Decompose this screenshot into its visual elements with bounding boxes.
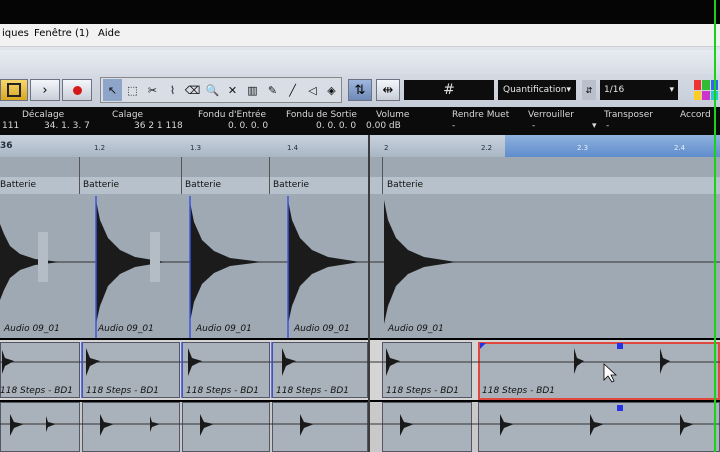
offset-label: Décalage	[22, 110, 65, 120]
snap-value[interactable]: 36 2 1 118	[134, 121, 183, 131]
ruler-mark: 2.2	[481, 144, 493, 152]
audio-event-name: Audio 09_01	[294, 324, 350, 334]
timewarp-tool-icon[interactable]: ▥	[243, 79, 262, 101]
track-label[interactable]: Batterie	[0, 180, 36, 190]
menu-bar: iques Fenêtre (1) Aide	[0, 24, 720, 47]
line-tool-icon[interactable]: ╱	[283, 79, 302, 101]
screen-edge-marker	[714, 0, 716, 452]
lock-dropdown-icon[interactable]: ▾	[592, 121, 597, 131]
track-label[interactable]: Batterie	[83, 180, 119, 190]
window-title-bar	[0, 0, 720, 24]
ruler-mark: 2	[384, 144, 389, 152]
range-tool-icon[interactable]: ⬚	[123, 79, 142, 101]
snap-label: Calage	[112, 110, 144, 120]
mute-label: Rendre Muet	[452, 110, 510, 120]
quantize-dropdown[interactable]: Quantification ▾	[498, 80, 576, 100]
snap-button[interactable]: ⇹	[376, 79, 400, 101]
steps-track-lane-2[interactable]	[0, 402, 720, 452]
track-label[interactable]: Batterie	[387, 180, 423, 190]
volume-label: Volume	[376, 110, 410, 120]
quantize-stepper[interactable]: ⇵	[582, 80, 596, 100]
ruler-mark: 1.2	[94, 144, 106, 152]
toolbar-upper-strip	[0, 50, 720, 74]
fade-out-value[interactable]: 0. 0. 0. 0	[316, 121, 356, 131]
snap-mode-grid-icon[interactable]: #	[404, 80, 494, 100]
info-line: 111 Décalage 34. 1. 3. 7 Calage 36 2 1 1…	[0, 107, 720, 135]
quantize-label: Quantification	[503, 85, 567, 95]
fade-in-value[interactable]: 0. 0. 0. 0	[228, 121, 268, 131]
ruler-mark: 2.3	[577, 144, 589, 152]
mute-tool-icon[interactable]: ✕	[223, 79, 242, 101]
quantize-value-dropdown[interactable]: 1/16 ▾	[600, 80, 678, 100]
steps-track-lane-1[interactable]: 118 Steps - BD1 118 Steps - BD1 118 Step…	[0, 340, 720, 400]
menu-item-window[interactable]: Fenêtre (1)	[34, 28, 89, 39]
audio-event-name: Audio 09_01	[4, 324, 60, 334]
audio-event-name: Audio 09_01	[388, 324, 444, 334]
steps-event-name: 118 Steps - BD1	[0, 386, 74, 396]
steps-event-name: 118 Steps - BD1	[186, 386, 260, 396]
menu-item-help[interactable]: Aide	[98, 28, 120, 39]
transpose-value[interactable]: -	[606, 121, 609, 131]
color-tool-icon[interactable]: ◈	[322, 79, 341, 101]
offset-value[interactable]: 34. 1. 3. 7	[44, 121, 90, 131]
mute-value[interactable]: -	[452, 121, 455, 131]
menu-item-partial[interactable]: iques	[2, 28, 29, 39]
audio-event-name: Audio 09_01	[98, 324, 154, 334]
glue-tool-icon[interactable]: ⌇	[163, 79, 182, 101]
track-label[interactable]: Batterie	[273, 180, 309, 190]
chord-label: Accord	[680, 110, 711, 120]
fade-in-label: Fondu d'Entrée	[198, 110, 267, 120]
ruler-mark: 36	[0, 141, 13, 151]
fade-out-label: Fondu de Sortie	[286, 110, 357, 120]
steps-event-name: 118 Steps - BD1	[86, 386, 160, 396]
lock-label: Verrouiller	[528, 110, 574, 120]
project-cursor[interactable]	[368, 135, 370, 452]
erase-tool-icon[interactable]: ⌫	[183, 79, 202, 101]
loop-range[interactable]	[505, 135, 720, 157]
zoom-tool-icon[interactable]: 🔍	[203, 79, 222, 101]
volume-value[interactable]: 0.00 dB	[366, 121, 401, 131]
automation-lanes	[0, 157, 720, 177]
ruler-mark: 2.4	[674, 144, 686, 152]
steps-event-name: 118 Steps - BD1	[482, 386, 556, 396]
audio-track-lane[interactable]: Audio 09_01 Audio 09_01 Audio 09_01 Audi…	[0, 194, 720, 338]
ruler-mark: 1.4	[287, 144, 299, 152]
speaker-tool-icon[interactable]: ◁	[303, 79, 322, 101]
draw-tool-icon[interactable]: ✎	[263, 79, 282, 101]
split-tool-icon[interactable]: ✂	[143, 79, 162, 101]
audio-waveforms	[0, 196, 720, 338]
info-left-value: 111	[2, 121, 20, 131]
lock-value[interactable]: -	[532, 121, 535, 131]
steps-waveforms-2	[0, 405, 720, 436]
transpose-label: Transposer	[604, 110, 653, 120]
steps-event-name: 118 Steps - BD1	[386, 386, 460, 396]
autoscroll-button[interactable]: ⇅	[348, 79, 372, 101]
cycle-button[interactable]	[0, 79, 28, 101]
pointer-tool-icon[interactable]: ↖	[103, 79, 122, 101]
quantize-value: 1/16	[604, 85, 625, 95]
ruler-mark: 1.3	[190, 144, 202, 152]
play-button[interactable]: ›	[30, 79, 60, 101]
steps-event-name: 118 Steps - BD1	[276, 386, 350, 396]
track-label[interactable]: Batterie	[185, 180, 221, 190]
timeline-ruler[interactable]: 36 1.2 1.3 1.4 2 2.2 2.3 2.4	[0, 135, 720, 157]
record-button[interactable]	[62, 79, 92, 101]
audio-event-name: Audio 09_01	[196, 324, 252, 334]
